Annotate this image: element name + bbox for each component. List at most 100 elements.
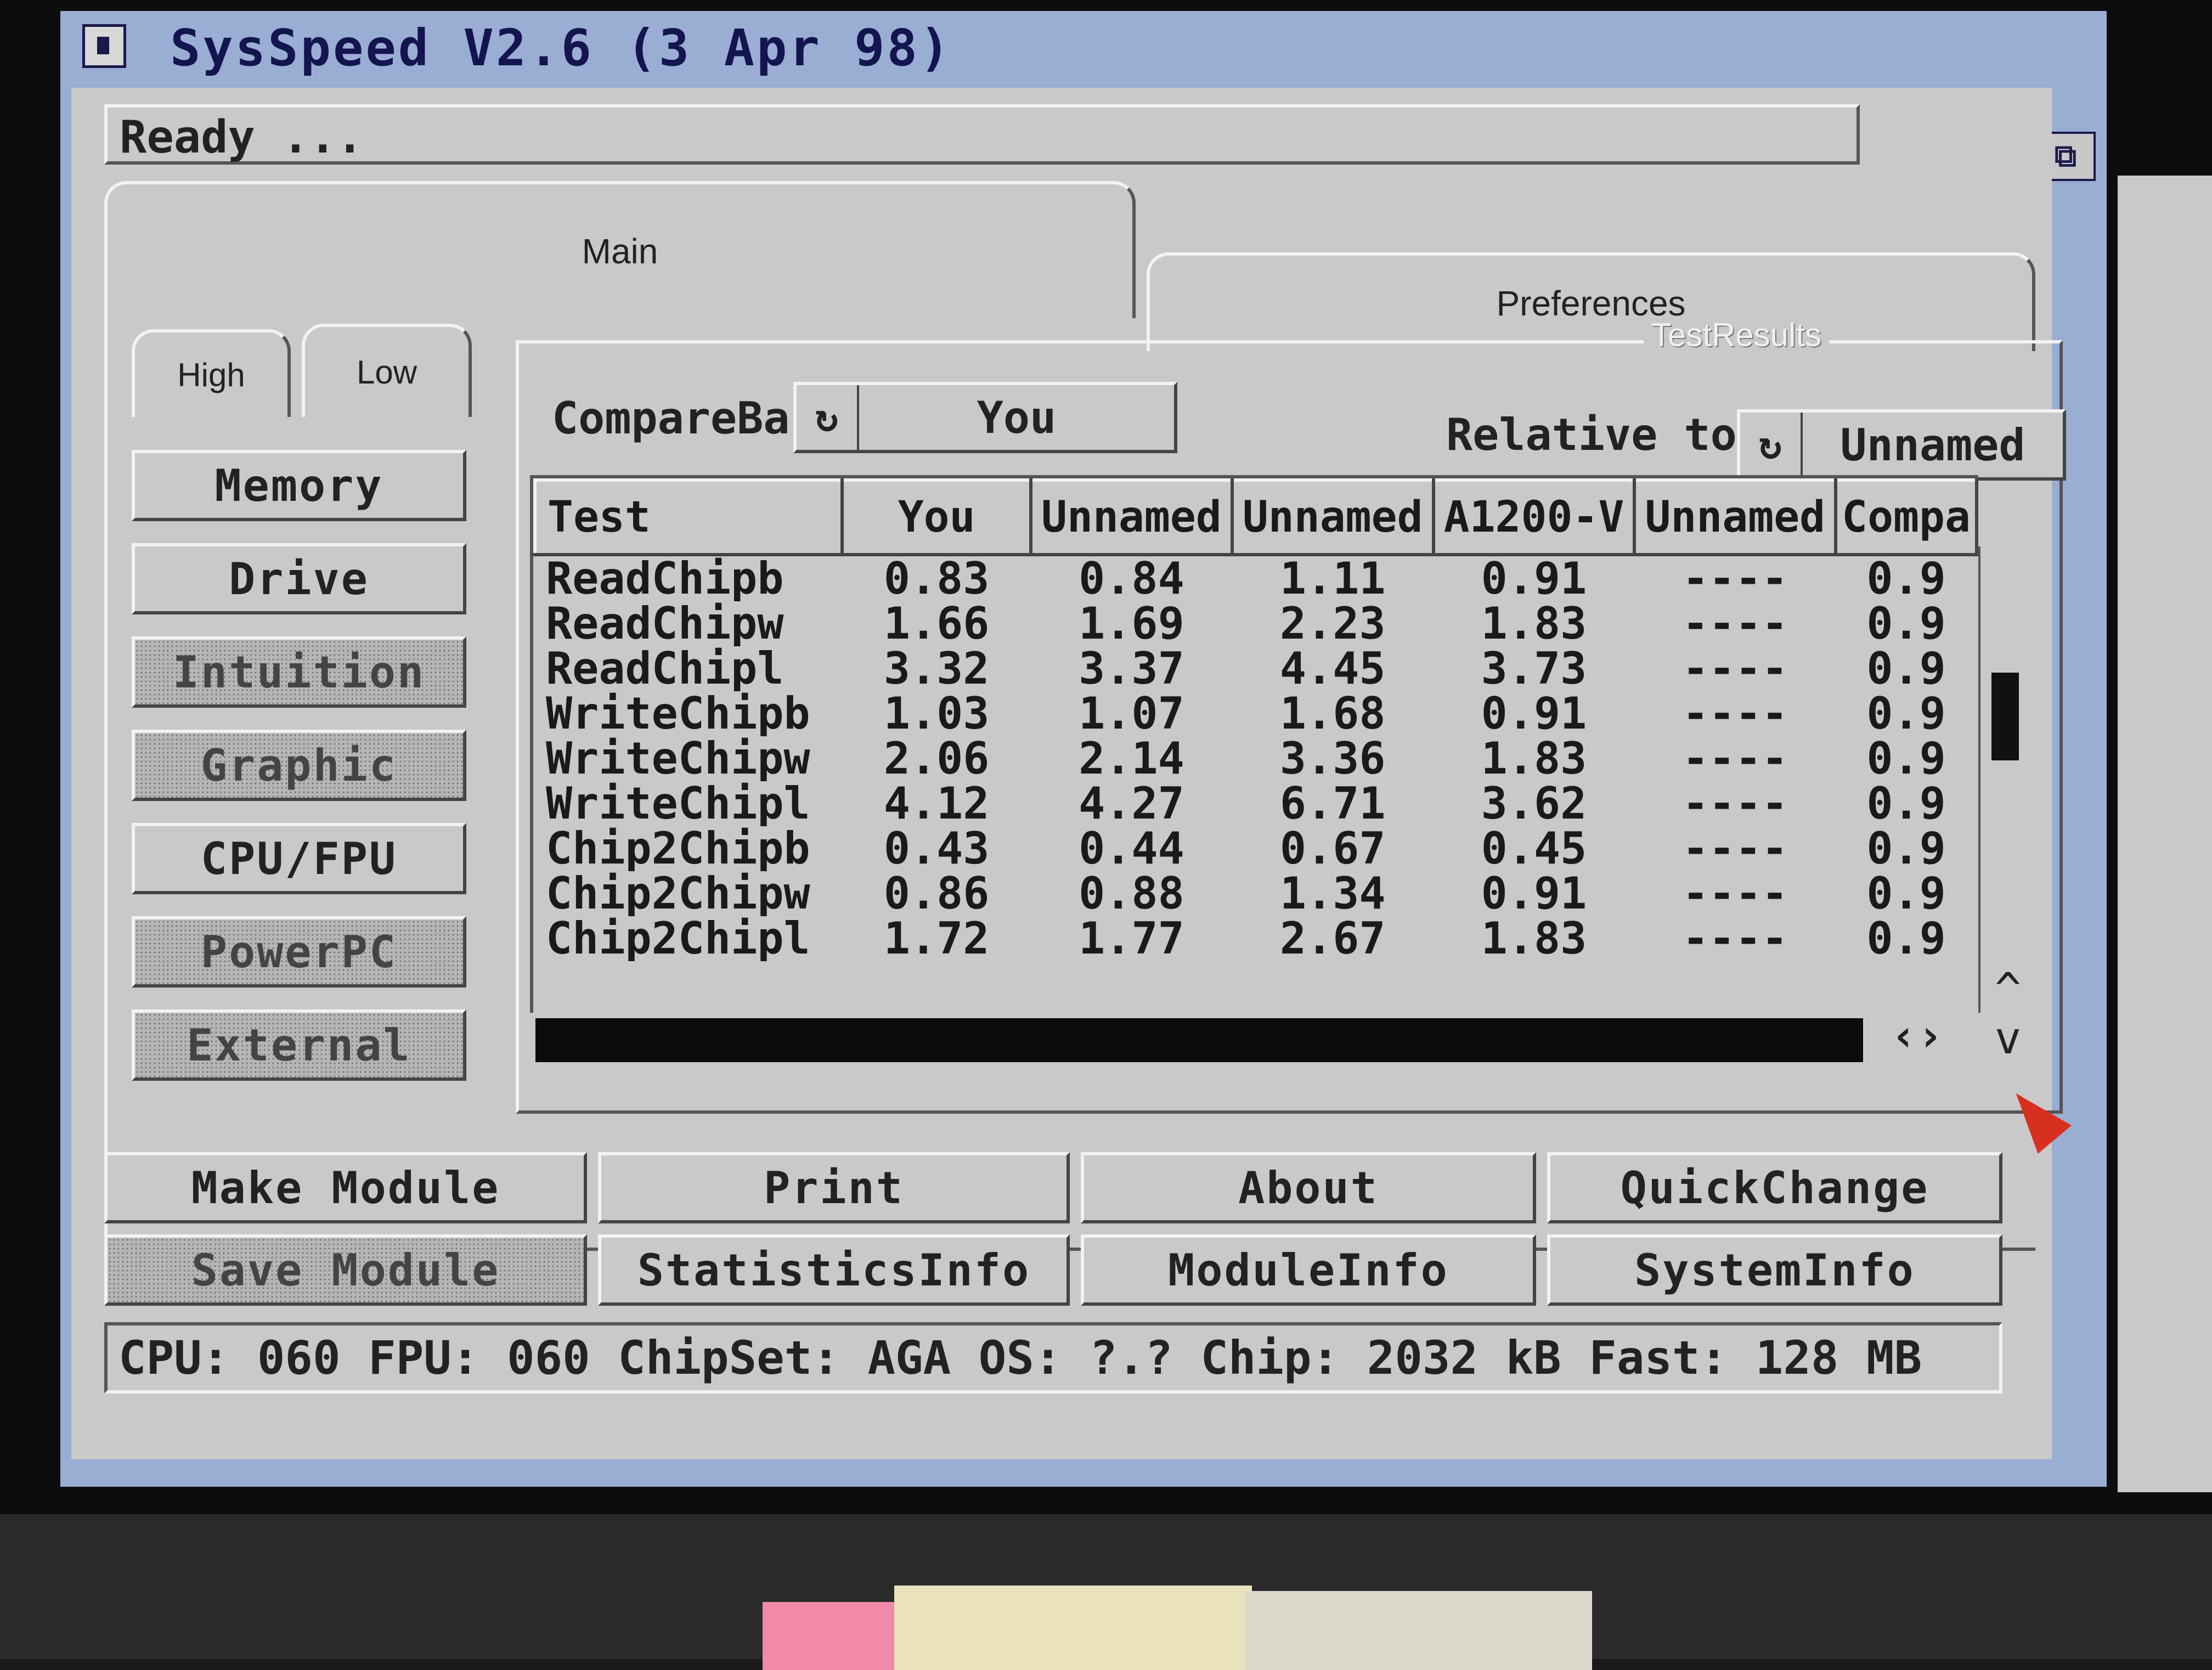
test-name-cell: WriteChipw: [546, 736, 810, 781]
column-header[interactable]: Test: [533, 478, 844, 556]
table-row[interactable]: ReadChipl 3.32 3.37 4.45 3.73 ---- 0.9: [535, 646, 1977, 691]
value-cell: ----: [1682, 691, 1788, 736]
value-cell: 1.83: [1481, 916, 1587, 961]
system-info-line: CPU: 060 FPU: 060 ChipSet: AGA OS: ?.? C…: [104, 1322, 2002, 1393]
cycle-icon: ↻: [797, 385, 859, 450]
results-table: Test You Unnamed Unnamed A1200-V Unnamed…: [533, 478, 1978, 961]
vertical-scrollbar[interactable]: [1978, 546, 2030, 1013]
test-results-group: TestResults CompareBase ↻ You Relative t…: [516, 316, 2066, 1114]
table-row[interactable]: WriteChipw 2.06 2.14 3.36 1.83 ---- 0.9: [535, 736, 1977, 781]
value-cell: 3.37: [1079, 646, 1184, 691]
test-name-cell: ReadChipw: [546, 601, 784, 646]
test-name-cell: Chip2Chipw: [546, 871, 810, 916]
drive-button[interactable]: Drive: [132, 543, 466, 614]
scroll-left-right-icon[interactable]: ‹›: [1891, 1010, 1943, 1061]
value-cell: 0.43: [883, 826, 990, 871]
value-cell: 0.9: [1866, 601, 1946, 646]
horizontal-scrollbar[interactable]: [535, 1018, 1863, 1062]
column-header[interactable]: Unnamed: [1230, 478, 1435, 556]
about-button[interactable]: About: [1081, 1152, 1536, 1223]
value-cell: 1.34: [1279, 871, 1386, 916]
value-cell: 2.67: [1279, 916, 1386, 961]
title-bar[interactable]: SysSpeed V2.6 (3 Apr 98): [60, 11, 2107, 77]
value-cell: 0.67: [1279, 826, 1386, 871]
scroll-down-icon[interactable]: v: [1995, 1013, 2021, 1064]
test-name-cell: Chip2Chipb: [546, 826, 810, 871]
value-cell: 2.23: [1279, 601, 1386, 646]
module-info-button[interactable]: ModuleInfo: [1081, 1234, 1536, 1306]
value-cell: 0.88: [1079, 871, 1184, 916]
table-row[interactable]: ReadChipw 1.66 1.69 2.23 1.83 ---- 0.9: [535, 601, 1977, 646]
system-info-button[interactable]: SystemInfo: [1547, 1234, 2002, 1306]
column-header[interactable]: Compa: [1834, 478, 1978, 556]
value-cell: ----: [1682, 736, 1788, 781]
column-header[interactable]: Unnamed: [1029, 478, 1234, 556]
value-cell: 4.12: [883, 781, 990, 826]
table-row[interactable]: WriteChipb 1.03 1.07 1.68 0.91 ---- 0.9: [535, 691, 1977, 736]
value-cell: ----: [1682, 601, 1788, 646]
quickchange-button[interactable]: QuickChange: [1547, 1152, 2002, 1223]
statistics-info-button[interactable]: StatisticsInfo: [598, 1234, 1070, 1306]
print-button[interactable]: Print: [598, 1152, 1070, 1223]
save-module-button[interactable]: Save Module: [104, 1234, 587, 1306]
table-row[interactable]: Chip2Chipw 0.86 0.88 1.34 0.91 ---- 0.9: [535, 871, 1977, 916]
status-text: Ready ...: [104, 104, 1860, 165]
value-cell: 3.32: [883, 646, 990, 691]
value-cell: 1.66: [883, 601, 990, 646]
tab-main[interactable]: Main: [104, 181, 1136, 318]
sysspeed-window: SysSpeed V2.6 (3 Apr 98) ⌛ ▣ ◩ ⧉ Ready .…: [60, 11, 2107, 1487]
relative-to-cycle[interactable]: ↻ Unnamed: [1737, 409, 2066, 481]
value-cell: ----: [1682, 781, 1788, 826]
close-icon[interactable]: [82, 24, 126, 68]
value-cell: 0.83: [883, 555, 990, 601]
value-cell: 1.69: [1079, 601, 1184, 646]
table-row[interactable]: Chip2Chipb 0.43 0.44 0.67 0.45 ---- 0.9: [535, 826, 1977, 871]
intuition-button[interactable]: Intuition: [132, 636, 466, 708]
value-cell: 3.73: [1481, 646, 1587, 691]
table-row[interactable]: ReadChipb 0.83 0.84 1.11 0.91 ---- 0.9: [535, 555, 1977, 601]
value-cell: 0.9: [1866, 691, 1946, 736]
value-cell: 2.06: [883, 736, 990, 781]
tab-high[interactable]: High: [132, 329, 291, 417]
value-cell: 0.86: [883, 871, 990, 916]
column-header[interactable]: Unnamed: [1633, 478, 1838, 556]
value-cell: 1.68: [1279, 691, 1386, 736]
value-cell: 0.9: [1866, 736, 1946, 781]
table-row[interactable]: Chip2Chipl 1.72 1.77 2.67 1.83 ---- 0.9: [535, 916, 1977, 961]
make-module-button[interactable]: Make Module: [104, 1152, 587, 1223]
table-header-row: Test You Unnamed Unnamed A1200-V Unnamed…: [533, 478, 1978, 556]
value-cell: 3.36: [1279, 736, 1386, 781]
powerpc-button[interactable]: PowerPC: [132, 916, 466, 988]
cycle-icon: ↻: [1740, 413, 1803, 477]
scroll-knob[interactable]: [1991, 673, 2019, 760]
external-button[interactable]: External: [132, 1009, 466, 1081]
column-header[interactable]: A1200-V: [1431, 478, 1637, 556]
value-cell: 1.72: [883, 916, 990, 961]
compare-base-cycle[interactable]: ↻ You: [793, 382, 1177, 453]
graphic-button[interactable]: Graphic: [132, 730, 466, 801]
relative-to-value: Unnamed: [1840, 419, 2025, 471]
column-header[interactable]: You: [840, 478, 1033, 556]
value-cell: ----: [1682, 826, 1788, 871]
relative-to-label: Relative to: [1446, 409, 1737, 460]
monitor-screen: SysSpeed V2.6 (3 Apr 98) ⌛ ▣ ◩ ⧉ Ready .…: [0, 0, 2212, 1514]
value-cell: 0.91: [1481, 691, 1587, 736]
value-cell: 6.71: [1279, 781, 1386, 826]
cpu-fpu-button[interactable]: CPU/FPU: [132, 823, 466, 894]
results-listview[interactable]: Test You Unnamed Unnamed A1200-V Unnamed…: [530, 475, 1978, 1013]
compare-base-value: You: [977, 392, 1057, 443]
memory-button[interactable]: Memory: [132, 450, 466, 521]
value-cell: 1.11: [1279, 555, 1386, 601]
value-cell: 0.44: [1079, 826, 1184, 871]
value-cell: 4.27: [1079, 781, 1184, 826]
value-cell: ----: [1682, 916, 1788, 961]
background-window-edge: [2118, 176, 2212, 1492]
value-cell: ----: [1682, 555, 1788, 601]
table-row[interactable]: WriteChipl 4.12 4.27 6.71 3.62 ---- 0.9: [535, 781, 1977, 826]
window-title: SysSpeed V2.6 (3 Apr 98): [170, 19, 952, 77]
tab-low[interactable]: Low: [302, 324, 472, 417]
value-cell: ----: [1682, 646, 1788, 691]
scroll-up-icon[interactable]: ^: [1995, 963, 2021, 1014]
value-cell: 0.9: [1866, 916, 1946, 961]
sticky-note: [894, 1586, 1252, 1670]
